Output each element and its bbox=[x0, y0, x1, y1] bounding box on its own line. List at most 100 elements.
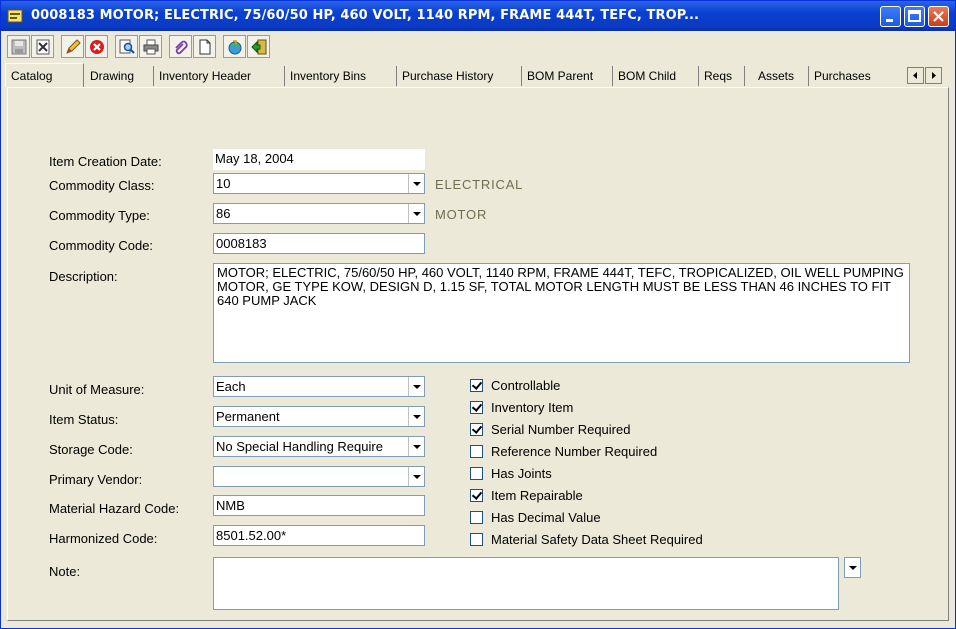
chevron-down-icon[interactable] bbox=[408, 377, 424, 396]
tab-scroll-right-button[interactable] bbox=[925, 67, 942, 84]
harmonized-code-input[interactable]: 8501.52.00* bbox=[213, 525, 425, 546]
tab-inventory-header[interactable]: Inventory Header bbox=[154, 66, 285, 86]
commodity-class-value: 10 bbox=[216, 176, 231, 191]
app-icon bbox=[7, 9, 23, 23]
attach-button[interactable] bbox=[169, 35, 192, 58]
new-icon bbox=[199, 39, 211, 55]
close-icon bbox=[933, 11, 944, 22]
arrow-left-icon bbox=[913, 72, 917, 79]
arrow-right-icon bbox=[932, 72, 936, 79]
checkbox-inventory-item[interactable] bbox=[470, 401, 483, 414]
tab-assets[interactable]: Assets bbox=[753, 66, 809, 86]
item-status-label: Item Status: bbox=[49, 412, 119, 427]
primary-vendor-label: Primary Vendor: bbox=[49, 472, 143, 487]
note-dropdown-button[interactable] bbox=[844, 557, 861, 578]
commodity-type-select[interactable]: 86 bbox=[213, 203, 425, 224]
print-button[interactable] bbox=[139, 35, 162, 58]
attach-icon bbox=[175, 40, 188, 55]
tab-purchases[interactable]: Purchases bbox=[809, 66, 899, 86]
checkbox-label: Controllable bbox=[491, 378, 561, 393]
harmonized-code-label: Harmonized Code: bbox=[49, 531, 158, 546]
checkbox-label: Inventory Item bbox=[491, 400, 574, 415]
commodity-class-label: Commodity Class: bbox=[49, 178, 155, 193]
item-status-select[interactable]: Permanent bbox=[213, 406, 425, 427]
edit-button[interactable] bbox=[61, 35, 84, 58]
delete-icon bbox=[90, 40, 104, 54]
commodity-code-label: Commodity Code: bbox=[49, 238, 154, 253]
checkbox-label: Has Joints bbox=[491, 466, 552, 481]
checkbox-controllable[interactable] bbox=[470, 379, 483, 392]
material-hazard-code-label: Material Hazard Code: bbox=[49, 501, 180, 516]
exit-icon bbox=[251, 39, 267, 55]
chevron-down-icon[interactable] bbox=[408, 204, 424, 223]
tab-catalog[interactable]: Catalog bbox=[5, 63, 84, 87]
checkbox-label: Reference Number Required bbox=[491, 444, 658, 459]
find-button[interactable] bbox=[115, 35, 138, 58]
checkbox-label: Material Safety Data Sheet Required bbox=[491, 532, 703, 547]
close-button[interactable] bbox=[928, 6, 949, 27]
tab-reqs[interactable]: Reqs bbox=[699, 66, 745, 86]
minimize-icon bbox=[886, 19, 893, 22]
commodity-type-value: 86 bbox=[216, 206, 231, 221]
material-hazard-code-input[interactable]: NMB bbox=[213, 495, 425, 516]
cancel-edit-icon bbox=[36, 39, 50, 55]
item-status-value: Permanent bbox=[216, 409, 280, 424]
unit-of-measure-select[interactable]: Each bbox=[213, 376, 425, 397]
window-title: 0008183 MOTOR; ELECTRIC, 75/60/50 HP, 46… bbox=[31, 8, 700, 23]
item-creation-date-value: May 18, 2004 bbox=[213, 149, 425, 170]
tab-bom-child[interactable]: BOM Child bbox=[613, 66, 699, 86]
checkbox-reference-number-required[interactable] bbox=[470, 445, 483, 458]
commodity-code-input[interactable]: 0008183 bbox=[213, 233, 425, 254]
item-creation-date-label: Item Creation Date: bbox=[49, 154, 162, 169]
edit-icon bbox=[66, 39, 81, 54]
title-bar[interactable]: 0008183 MOTOR; ELECTRIC, 75/60/50 HP, 46… bbox=[1, 1, 955, 31]
chevron-down-icon[interactable] bbox=[408, 174, 424, 193]
checkbox-item-repairable[interactable] bbox=[470, 489, 483, 502]
commodity-type-description: MOTOR bbox=[435, 207, 488, 222]
maximize-button[interactable] bbox=[904, 6, 925, 27]
save-button[interactable] bbox=[7, 35, 30, 58]
chevron-down-icon[interactable] bbox=[408, 467, 424, 486]
checkbox-label: Serial Number Required bbox=[491, 422, 631, 437]
exit-button[interactable] bbox=[247, 35, 270, 58]
checkbox-has-joints[interactable] bbox=[470, 467, 483, 480]
description-label: Description: bbox=[49, 269, 118, 284]
maximize-icon bbox=[908, 10, 921, 22]
save-icon bbox=[11, 39, 27, 55]
toolbar bbox=[5, 33, 951, 61]
unit-of-measure-value: Each bbox=[216, 379, 246, 394]
tab-inventory-bins[interactable]: Inventory Bins bbox=[285, 66, 397, 86]
storage-code-value: No Special Handling Require bbox=[216, 439, 383, 454]
note-label: Note: bbox=[49, 564, 81, 579]
item-window: 0008183 MOTOR; ELECTRIC, 75/60/50 HP, 46… bbox=[0, 0, 956, 629]
commodity-type-label: Commodity Type: bbox=[49, 208, 150, 223]
minimize-button[interactable] bbox=[880, 6, 901, 27]
delete-button[interactable] bbox=[85, 35, 108, 58]
cancel-edit-button[interactable] bbox=[31, 35, 54, 58]
note-textarea[interactable] bbox=[213, 557, 839, 610]
commodity-class-select[interactable]: 10 bbox=[213, 173, 425, 194]
find-icon bbox=[119, 39, 135, 54]
chevron-down-icon[interactable] bbox=[408, 437, 424, 456]
tab-purchase-history[interactable]: Purchase History bbox=[397, 66, 522, 86]
chevron-down-icon[interactable] bbox=[408, 407, 424, 426]
tab-bom-parent[interactable]: BOM Parent bbox=[522, 66, 613, 86]
checkbox-material-safety-data-sheet-required[interactable] bbox=[470, 533, 483, 546]
tab-strip: Catalog Drawing Inventory Header Invento… bbox=[5, 63, 951, 87]
unit-of-measure-label: Unit of Measure: bbox=[49, 382, 145, 397]
checkbox-label: Item Repairable bbox=[491, 488, 583, 503]
new-button[interactable] bbox=[193, 35, 216, 58]
checkbox-has-decimal-value[interactable] bbox=[470, 511, 483, 524]
description-textarea[interactable]: MOTOR; ELECTRIC, 75/60/50 HP, 460 VOLT, … bbox=[213, 263, 910, 363]
checkbox-label: Has Decimal Value bbox=[491, 510, 601, 525]
print-icon bbox=[143, 39, 159, 55]
checkbox-serial-number-required[interactable] bbox=[470, 423, 483, 436]
refresh-button[interactable] bbox=[223, 35, 246, 58]
storage-code-select[interactable]: No Special Handling Require bbox=[213, 436, 425, 457]
primary-vendor-select[interactable] bbox=[213, 466, 425, 487]
storage-code-label: Storage Code: bbox=[49, 442, 133, 457]
refresh-icon bbox=[228, 40, 242, 55]
tab-drawing[interactable]: Drawing bbox=[85, 66, 154, 86]
commodity-class-description: ELECTRICAL bbox=[435, 177, 524, 192]
tab-scroll-left-button[interactable] bbox=[907, 67, 924, 84]
